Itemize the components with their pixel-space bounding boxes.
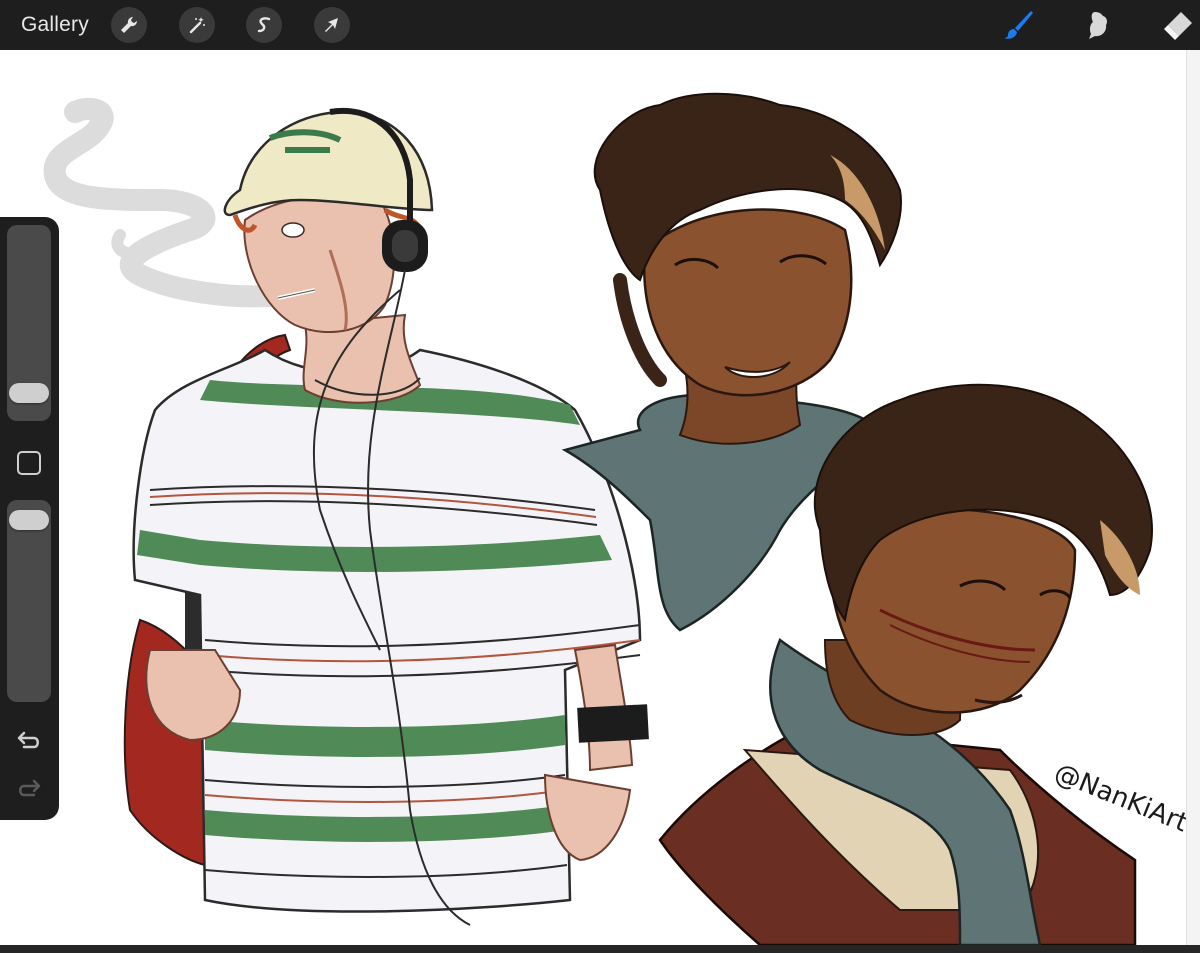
artwork: @NanKiArt [43, 92, 1192, 945]
brush-size-thumb[interactable] [9, 383, 49, 403]
drawing-canvas[interactable]: @NanKiArt [0, 50, 1200, 945]
gallery-button[interactable]: Gallery [21, 13, 89, 37]
eraser-icon[interactable] [1158, 6, 1198, 44]
magic-wand-icon[interactable] [179, 7, 215, 43]
undo-icon[interactable] [14, 729, 44, 753]
brush-size-slider[interactable] [7, 225, 51, 421]
brush-icon[interactable] [998, 6, 1038, 44]
transform-arrow-icon[interactable] [314, 7, 350, 43]
redo-icon[interactable] [14, 777, 44, 801]
opacity-thumb[interactable] [9, 510, 49, 530]
wrench-icon[interactable] [111, 7, 147, 43]
smudge-icon[interactable] [1078, 6, 1118, 44]
modify-button[interactable] [17, 451, 41, 475]
bottom-edge [0, 945, 1200, 953]
opacity-slider[interactable] [7, 500, 51, 702]
selection-icon[interactable] [246, 7, 282, 43]
top-toolbar: Gallery [0, 0, 1200, 50]
canvas-right-edge [1186, 50, 1200, 945]
sidebar [0, 217, 59, 820]
